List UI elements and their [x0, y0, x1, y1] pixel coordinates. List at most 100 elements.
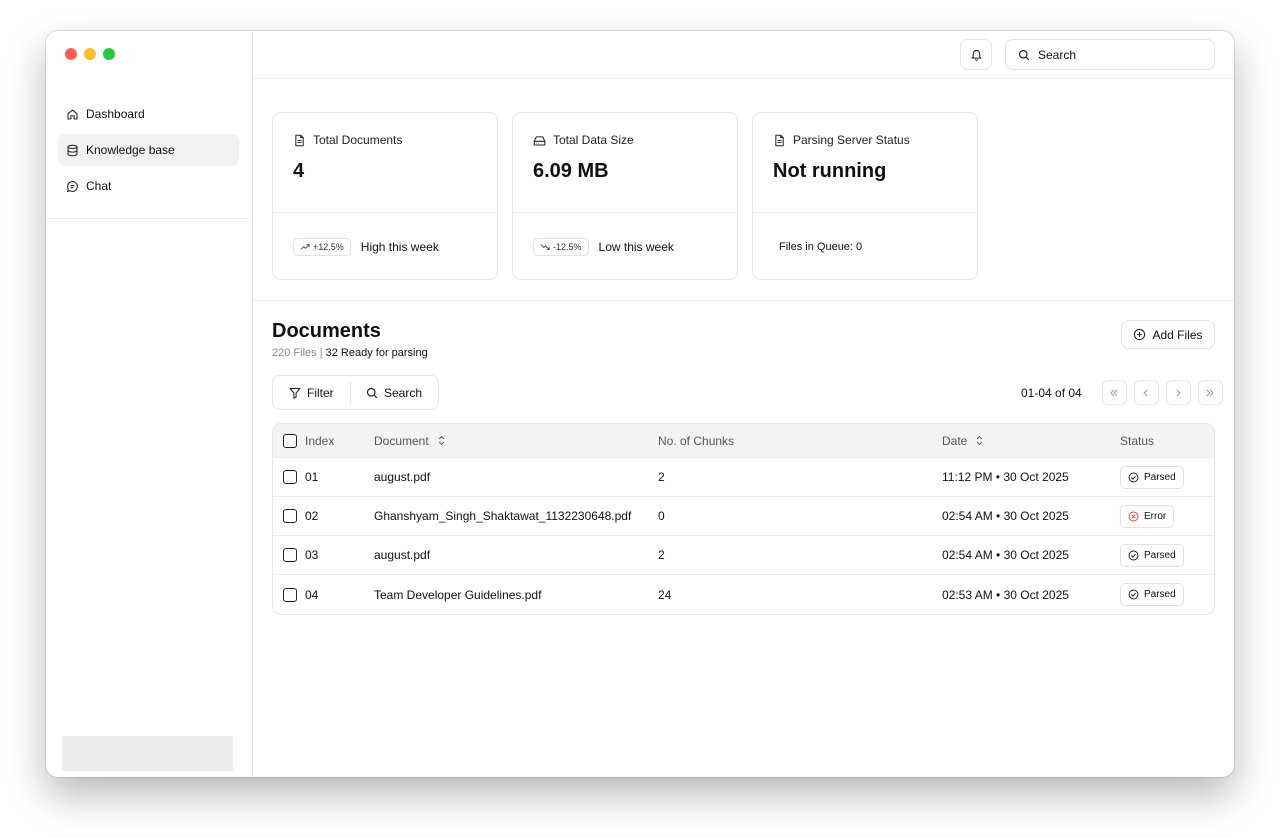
filter-search-group: Filter Search — [272, 375, 439, 410]
chevron-left-icon — [1143, 389, 1148, 396]
status-badge: Parsed — [1120, 465, 1184, 489]
row-checkbox[interactable] — [283, 509, 297, 523]
table-row[interactable]: 02 Ghanshyam_Singh_Shaktawat_1132230648.… — [273, 497, 1214, 536]
filter-label: Filter — [307, 385, 334, 400]
trend-label: High this week — [360, 239, 439, 254]
row-date: 11:12 PM • 30 Oct 2025 — [942, 470, 1069, 484]
row-checkbox[interactable] — [283, 470, 297, 484]
row-chunks: 2 — [658, 470, 665, 484]
row-chunks: 24 — [658, 587, 672, 602]
pagination-count: 01-04 of 04 — [1021, 385, 1082, 400]
status-badge: Parsed — [1120, 583, 1184, 606]
filter-icon — [289, 387, 301, 399]
sidebar-item-knowledge-base[interactable]: Knowledge base — [58, 134, 239, 166]
status-label: Parsed — [1144, 549, 1176, 561]
status-label: Parsed — [1144, 589, 1176, 600]
document-icon — [295, 134, 304, 146]
column-header-document[interactable]: Document — [374, 424, 446, 457]
sidebar-item-chat[interactable]: Chat — [58, 170, 239, 202]
row-document-name[interactable]: august.pdf — [374, 536, 430, 574]
status-badge: Parsed — [1120, 543, 1184, 567]
section-divider — [253, 300, 1234, 301]
sidebar-item-dashboard[interactable]: Dashboard — [58, 98, 239, 130]
add-files-button[interactable]: Add Files — [1121, 320, 1215, 349]
row-document-name[interactable]: Team Developer Guidelines.pdf — [374, 575, 541, 614]
ready-count: 32 Ready for parsing — [325, 347, 428, 359]
topbar: Search — [253, 31, 1234, 79]
row-chunks: 0 — [658, 509, 665, 523]
table-row[interactable]: 04 Team Developer Guidelines.pdf 24 02:5… — [273, 575, 1214, 614]
sidebar-divider — [46, 218, 253, 219]
maximize-window-button[interactable] — [103, 48, 115, 60]
row-index: 02 — [305, 509, 319, 523]
column-header-label: Document — [374, 433, 429, 448]
trend-value: +12.5% — [313, 241, 344, 252]
add-files-label: Add Files — [1152, 327, 1203, 342]
sidebar-item-label: Chat — [86, 179, 112, 193]
search-placeholder: Search — [1038, 47, 1077, 62]
trend-badge: -12.5% — [533, 237, 589, 256]
total-data-size-card: Total Data Size 6.09 MB -12.5% Low this … — [512, 112, 738, 280]
row-date: 02:54 AM • 30 Oct 2025 — [942, 548, 1069, 562]
check-circle-icon — [1128, 472, 1139, 482]
column-header-date[interactable]: Date — [942, 424, 984, 457]
sidebar: Dashboard Knowledge base Chat — [46, 31, 253, 777]
document-icon — [775, 134, 784, 146]
documents-header: Documents 220 Files | 32 Ready for parsi… — [272, 320, 428, 359]
row-index: 03 — [305, 548, 319, 562]
stats-cards: Total Documents 4 +12.5% High this week — [272, 112, 978, 280]
select-all-checkbox[interactable] — [283, 433, 297, 448]
search-label: Search — [383, 385, 422, 400]
sort-icon — [438, 435, 444, 446]
table-header-row: Index Document No. of Chunks Date Status — [273, 424, 1214, 458]
total-data-size-value: 6.09 MB — [533, 160, 609, 182]
home-icon — [67, 109, 78, 119]
app-window: Dashboard Knowledge base Chat Search Tot… — [46, 31, 1234, 777]
row-document-name[interactable]: august.pdf — [374, 458, 430, 496]
files-count: 220 Files — [272, 347, 317, 359]
documents-table: Index Document No. of Chunks Date Status… — [272, 423, 1215, 615]
status-label: Parsed — [1144, 471, 1176, 483]
status-label: Error — [1144, 510, 1167, 522]
table-row[interactable]: 01 august.pdf 2 11:12 PM • 30 Oct 2025 P… — [273, 458, 1214, 497]
column-header-chunks: No. of Chunks — [658, 433, 735, 448]
column-header-status: Status — [1120, 433, 1155, 448]
check-circle-icon — [1128, 589, 1139, 600]
column-header-label: Date — [942, 433, 968, 448]
first-page-button[interactable] — [1101, 380, 1127, 405]
row-date: 02:54 AM • 30 Oct 2025 — [942, 509, 1069, 523]
next-page-button[interactable] — [1165, 380, 1191, 405]
minimize-window-button[interactable] — [84, 48, 96, 60]
trend-up-icon — [300, 243, 310, 250]
column-header-index: Index — [305, 433, 335, 448]
row-index: 01 — [305, 470, 319, 484]
row-index: 04 — [305, 587, 319, 602]
documents-summary: 220 Files | 32 Ready for parsing — [272, 347, 428, 359]
chat-icon — [66, 180, 78, 192]
chevron-right-icon — [1176, 389, 1181, 396]
row-chunks: 2 — [658, 548, 665, 562]
row-checkbox[interactable] — [283, 548, 297, 562]
row-document-name[interactable]: Ghanshyam_Singh_Shaktawat_1132230648.pdf — [374, 497, 631, 535]
user-profile-placeholder[interactable] — [62, 736, 233, 771]
notifications-button[interactable] — [960, 39, 992, 70]
trend-value: -12.5% — [553, 241, 582, 252]
filter-button[interactable]: Filter — [273, 382, 350, 403]
card-title: Total Data Size — [553, 133, 634, 147]
card-title: Total Documents — [313, 133, 403, 147]
table-search-button[interactable]: Search — [350, 382, 438, 403]
global-search-input[interactable]: Search — [1005, 39, 1215, 70]
chevrons-right-icon — [1206, 389, 1215, 396]
chevrons-left-icon — [1110, 389, 1118, 396]
status-badge: Error — [1120, 504, 1175, 528]
table-row[interactable]: 03 august.pdf 2 02:54 AM • 30 Oct 2025 P… — [273, 536, 1214, 575]
page-title: Documents — [272, 320, 381, 342]
sidebar-nav: Dashboard Knowledge base Chat — [58, 98, 239, 206]
bell-icon — [971, 49, 981, 61]
previous-page-button[interactable] — [1133, 380, 1159, 405]
sidebar-item-label: Knowledge base — [86, 143, 175, 157]
close-window-button[interactable] — [65, 48, 77, 60]
last-page-button[interactable] — [1197, 380, 1223, 405]
trend-label: Low this week — [598, 239, 674, 254]
row-checkbox[interactable] — [283, 587, 297, 602]
